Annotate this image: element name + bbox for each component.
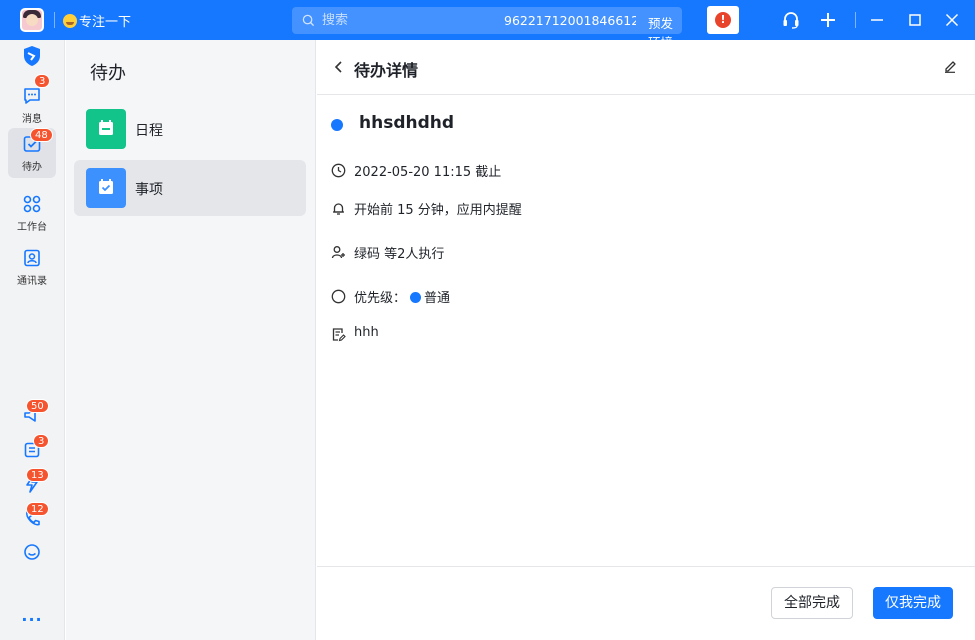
status-text: 专注一下 bbox=[79, 15, 132, 30]
category-schedule[interactable]: 日程 bbox=[74, 101, 306, 157]
todo-detail-panel: 待办详情 hhsdhdhd 2022-05-20 11:15 截止 开始前 15… bbox=[317, 40, 975, 640]
document-badge: 3 bbox=[33, 434, 50, 448]
category-tasks-label: 事项 bbox=[135, 182, 163, 198]
detail-title: 待办详情 bbox=[354, 61, 419, 80]
todo-badge: 48 bbox=[30, 128, 53, 142]
assignee-icon bbox=[331, 246, 345, 259]
messages-badge: 3 bbox=[34, 74, 51, 88]
clock-icon bbox=[331, 163, 346, 178]
user-avatar[interactable] bbox=[20, 8, 44, 32]
left-nav: 3 消息 48 待办 工作台 通讯录 50 3 13 12 ... bbox=[0, 40, 65, 640]
detail-header: 待办详情 bbox=[317, 40, 975, 95]
account-id: 962217120018466129( bbox=[504, 13, 636, 28]
headset-icon[interactable] bbox=[781, 10, 801, 30]
category-schedule-label: 日程 bbox=[135, 123, 163, 139]
task-color-dot bbox=[331, 119, 343, 131]
detail-footer: 全部完成 仅我完成 bbox=[317, 566, 975, 640]
nav-label-messages: 消息 bbox=[22, 114, 42, 125]
more-icon[interactable]: ... bbox=[0, 606, 64, 625]
panel-title: 待办 bbox=[90, 63, 126, 84]
priority-label: 优先级： bbox=[354, 291, 407, 306]
cloud-icon[interactable] bbox=[22, 542, 42, 562]
calendar-icon bbox=[86, 109, 126, 149]
task-title[interactable]: hhsdhdhd bbox=[359, 113, 454, 133]
app-logo-icon[interactable] bbox=[22, 45, 42, 67]
bell-icon bbox=[333, 203, 344, 215]
complete-all-button[interactable]: 全部完成 bbox=[771, 587, 853, 619]
nav-label-todo: 待办 bbox=[22, 162, 42, 173]
note-icon bbox=[332, 328, 346, 342]
due-text: 2022-05-20 11:15 截止 bbox=[354, 165, 502, 180]
workbench-icon bbox=[23, 195, 41, 213]
window-controls-separator bbox=[855, 12, 856, 28]
priority-text: 优先级： 普通 bbox=[354, 287, 450, 306]
priority-value: 普通 bbox=[424, 291, 451, 306]
phone-badge: 12 bbox=[26, 502, 49, 516]
category-tasks[interactable]: 事项 bbox=[74, 160, 306, 216]
alert-button[interactable]: ! bbox=[707, 6, 739, 34]
complete-mine-button[interactable]: 仅我完成 bbox=[873, 587, 953, 619]
title-separator bbox=[54, 12, 55, 28]
contacts-icon bbox=[24, 249, 40, 267]
nav-label-workbench: 工作台 bbox=[17, 222, 47, 233]
priority-dot bbox=[410, 292, 422, 303]
minimize-icon[interactable] bbox=[867, 10, 887, 30]
lightning-badge: 13 bbox=[26, 468, 49, 482]
announcement-badge: 50 bbox=[26, 399, 49, 413]
alert-icon: ! bbox=[715, 12, 731, 28]
nav-label-contacts: 通讯录 bbox=[17, 276, 47, 287]
reminder-text: 开始前 15 分钟，应用内提醒 bbox=[354, 203, 522, 218]
nav-item-messages[interactable]: 3 消息 bbox=[8, 74, 56, 130]
note-text: hhh bbox=[354, 325, 379, 340]
priority-circle-icon bbox=[331, 289, 346, 304]
close-icon[interactable] bbox=[942, 10, 962, 30]
status-button[interactable]: 专注一下 bbox=[63, 11, 131, 30]
nav-item-workbench[interactable]: 工作台 bbox=[8, 188, 56, 238]
emoji-icon bbox=[63, 13, 77, 28]
search-input[interactable] bbox=[322, 7, 482, 34]
edit-icon[interactable] bbox=[943, 59, 957, 73]
nav-item-todo[interactable]: 48 待办 bbox=[8, 128, 56, 178]
nav-item-contacts[interactable]: 通讯录 bbox=[8, 242, 56, 292]
back-icon[interactable] bbox=[332, 59, 346, 75]
add-icon[interactable] bbox=[818, 10, 838, 30]
todo-category-panel: 待办 日程 事项 bbox=[66, 40, 316, 640]
message-icon bbox=[24, 88, 40, 104]
maximize-icon[interactable] bbox=[905, 10, 925, 30]
title-bar: 专注一下 962217120018466129( 预发环境 ! bbox=[0, 0, 975, 50]
search-box[interactable]: 962217120018466129( 预发环境 bbox=[292, 7, 682, 50]
search-icon bbox=[302, 14, 315, 27]
task-check-icon bbox=[86, 168, 126, 208]
assignee-text: 绿码 等2人执行 bbox=[354, 247, 445, 262]
